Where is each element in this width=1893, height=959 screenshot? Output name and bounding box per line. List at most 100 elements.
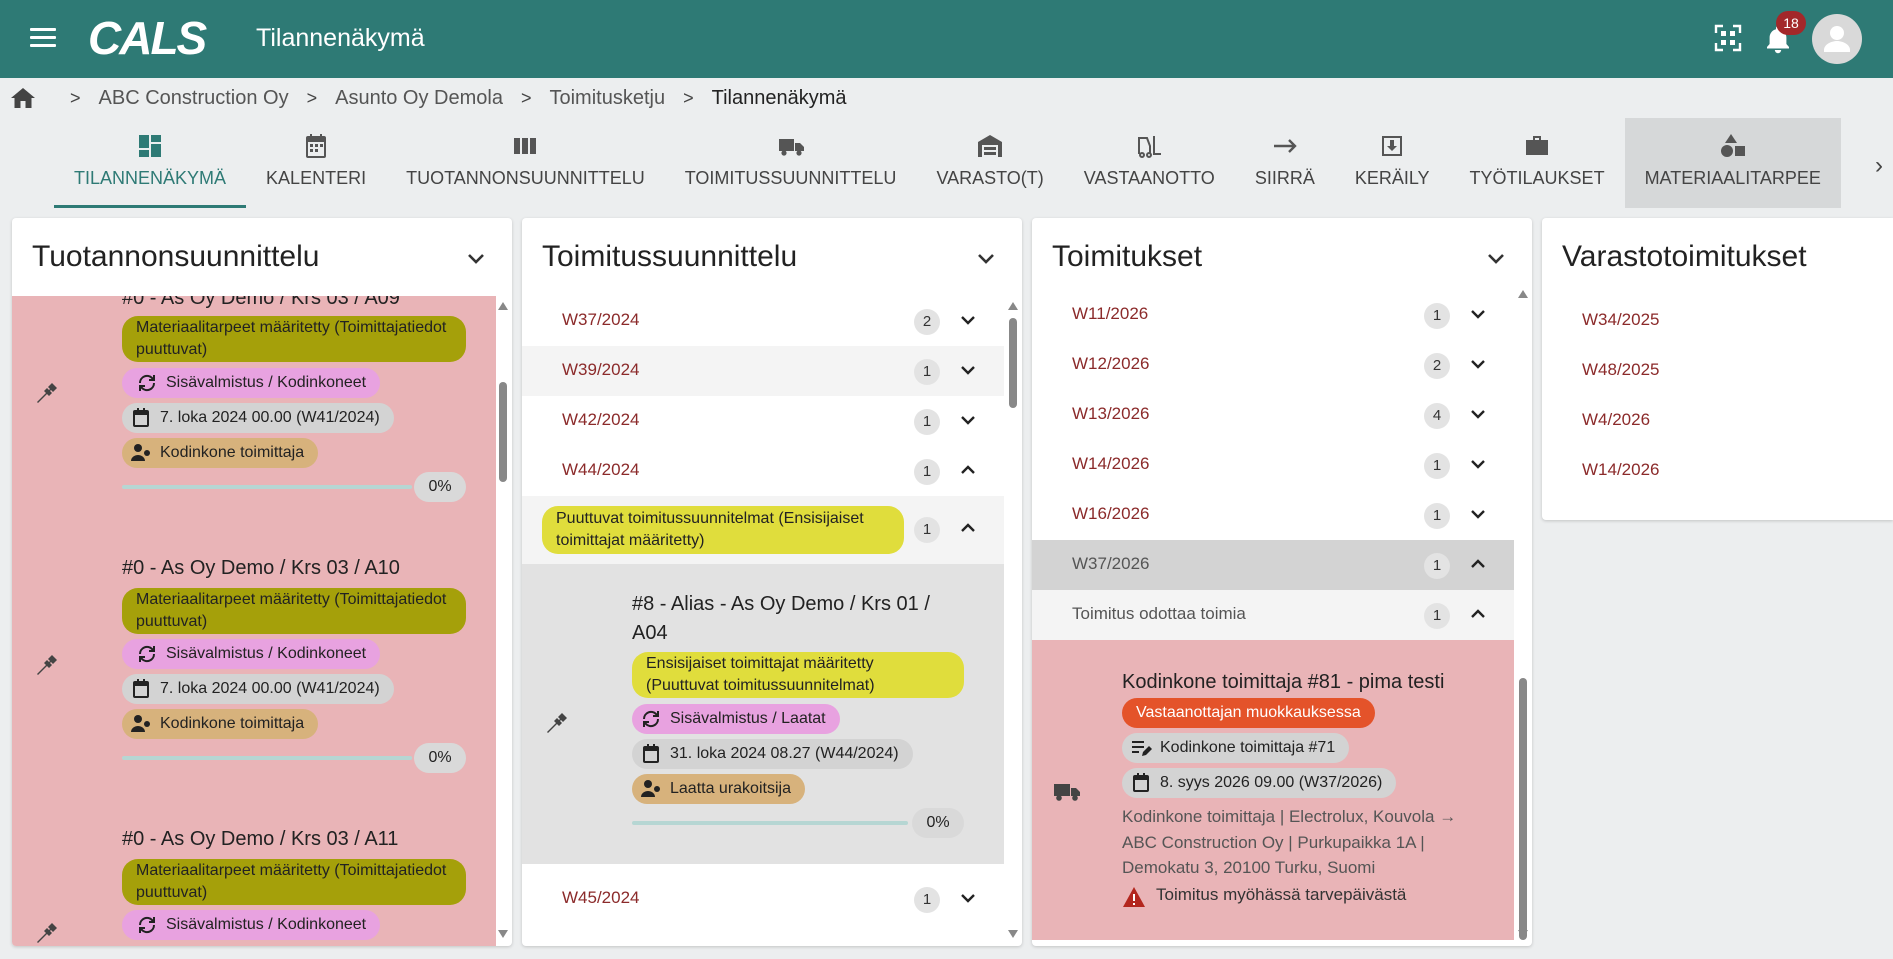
panel-title: Varastotoimitukset xyxy=(1562,240,1807,273)
progress-bar xyxy=(122,485,412,489)
week-row[interactable]: W13/2026 4 xyxy=(1032,390,1514,440)
status-chip: Materiaalitarpeet määritetty (Toimittaja… xyxy=(122,588,466,634)
tab-production-planning[interactable]: TUOTANNONSUUNNITTELU xyxy=(386,118,665,208)
scroll-down-icon[interactable] xyxy=(1518,930,1528,938)
tab-label: VASTAANOTTO xyxy=(1083,168,1215,188)
order-chip: Kodinkone toimittaja #71 xyxy=(1122,733,1350,763)
chevron-up-icon[interactable] xyxy=(960,522,976,534)
forklift-icon xyxy=(1138,136,1162,158)
scrollbar-thumb[interactable] xyxy=(1009,318,1017,408)
status-chip: Materiaalitarpeet määritetty (Toimittaja… xyxy=(122,316,466,362)
navigation-tabs: TILANNENÄKYMÄ KALENTERI TUOTANNONSUUNNIT… xyxy=(54,118,1893,208)
group-row[interactable]: Puuttuvat toimitussuunnitelmat (Ensisija… xyxy=(522,496,1004,564)
breadcrumb-project[interactable]: Asunto Oy Demola xyxy=(335,87,503,110)
supplier-group-icon xyxy=(641,780,660,797)
tab-situation-view[interactable]: TILANNENÄKYMÄ xyxy=(54,118,247,208)
tools-icon xyxy=(37,383,57,403)
week-count-badge: 1 xyxy=(1424,553,1450,579)
tab-picking[interactable]: KERÄILY xyxy=(1335,118,1450,208)
qr-code-icon[interactable] xyxy=(1714,24,1742,52)
week-row[interactable]: W12/2026 2 xyxy=(1032,340,1514,390)
chevron-down-icon[interactable] xyxy=(466,252,486,266)
card-title[interactable]: #8 - Alias - As Oy Demo / Krs 01 / A04 xyxy=(632,590,962,648)
chevron-down-icon[interactable] xyxy=(1470,508,1486,520)
calendar-icon xyxy=(133,679,149,698)
tab-work-orders[interactable]: TYÖTILAUKSET xyxy=(1450,118,1625,208)
status-chip: Vastaanottajan muokkauksessa xyxy=(1122,698,1375,728)
chevron-down-icon[interactable] xyxy=(1470,458,1486,470)
week-row[interactable]: W44/2024 1 xyxy=(522,446,1004,496)
chevron-up-icon[interactable] xyxy=(1470,608,1486,620)
week-row[interactable]: W16/2026 1 xyxy=(1032,490,1514,540)
scroll-up-icon[interactable] xyxy=(1518,290,1528,298)
tab-label: SIIRRÄ xyxy=(1254,168,1315,188)
chevron-down-icon[interactable] xyxy=(960,414,976,426)
week-row[interactable]: W34/2025 xyxy=(1542,296,1893,346)
chevron-up-icon[interactable] xyxy=(1470,558,1486,570)
week-row[interactable]: W11/2026 1 xyxy=(1032,290,1514,340)
chevron-down-icon[interactable] xyxy=(1486,252,1506,266)
home-icon[interactable] xyxy=(10,86,36,110)
scrollbar-thumb[interactable] xyxy=(1519,678,1527,940)
group-row[interactable]: Toimitus odottaa toimia 1 xyxy=(1032,590,1514,640)
week-label: W37/2024 xyxy=(562,310,640,329)
breadcrumb-company[interactable]: ABC Construction Oy xyxy=(99,87,289,110)
card-title[interactable]: #0 - As Oy Demo / Krs 03 / A10 xyxy=(122,554,400,583)
vertical-scrollbar[interactable] xyxy=(1516,288,1530,940)
chevron-down-icon[interactable] xyxy=(960,314,976,326)
scroll-up-icon[interactable] xyxy=(498,302,508,310)
scroll-down-icon[interactable] xyxy=(498,930,508,938)
tab-warehouses[interactable]: VARASTO(T) xyxy=(916,118,1063,208)
week-label: W12/2026 xyxy=(1072,354,1150,373)
week-label: W42/2024 xyxy=(562,410,640,429)
breadcrumb-separator-icon: > xyxy=(683,87,694,108)
week-row[interactable]: W4/2026 xyxy=(1542,396,1893,446)
vertical-scrollbar[interactable] xyxy=(496,300,510,940)
week-row[interactable]: W37/2024 2 xyxy=(522,296,1004,346)
tab-receiving[interactable]: VASTAANOTTO xyxy=(1064,118,1235,208)
card-title[interactable]: Kodinkone toimittaja #81 - pima testi xyxy=(1122,668,1444,697)
breadcrumb-separator-icon: > xyxy=(70,87,81,108)
tab-delivery-planning[interactable]: TOIMITUSSUUNNITTELU xyxy=(665,118,917,208)
chevron-down-icon[interactable] xyxy=(1470,308,1486,320)
vertical-scrollbar[interactable] xyxy=(1006,300,1020,940)
tab-material-requirements[interactable]: MATERIAALITARPEE xyxy=(1624,118,1841,208)
card-title[interactable]: #0 - As Oy Demo / Krs 03 / A09 xyxy=(122,296,400,313)
week-count-badge: 1 xyxy=(1424,303,1450,329)
sync-icon xyxy=(138,645,156,663)
chevron-down-icon[interactable] xyxy=(1470,358,1486,370)
week-count-badge: 4 xyxy=(1424,403,1450,429)
tab-calendar[interactable]: KALENTERI xyxy=(246,118,386,208)
card-title[interactable]: #0 - As Oy Demo / Krs 03 / A11 xyxy=(122,825,398,854)
breadcrumb: > ABC Construction Oy > Asunto Oy Demola… xyxy=(10,84,847,112)
week-row[interactable]: W37/2026 1 xyxy=(1032,540,1514,590)
scrollbar-thumb[interactable] xyxy=(499,382,507,482)
tab-label: VARASTO(T) xyxy=(936,168,1044,188)
week-row[interactable]: W45/2024 1 xyxy=(522,874,1004,924)
date-text: 7. loka 2024 00.00 (W41/2024) xyxy=(160,680,380,697)
chevron-down-icon[interactable] xyxy=(1470,408,1486,420)
breadcrumb-supply-chain[interactable]: Toimitusketju xyxy=(549,87,665,110)
user-avatar[interactable] xyxy=(1812,14,1862,64)
chevron-down-icon[interactable] xyxy=(960,364,976,376)
chevron-up-icon[interactable] xyxy=(960,464,976,476)
tab-transfer[interactable]: SIIRRÄ xyxy=(1235,118,1335,208)
week-row[interactable]: W39/2024 1 xyxy=(522,346,1004,396)
delivery-card[interactable]: Kodinkone toimittaja #81 - pima testi Va… xyxy=(1032,640,1514,940)
group-count-badge: 1 xyxy=(914,517,940,543)
week-row[interactable]: W14/2026 xyxy=(1542,446,1893,496)
chevron-down-icon[interactable] xyxy=(960,892,976,904)
warning-text: Toimitus myöhässä tarvepäivästä xyxy=(1156,885,1407,904)
delivery-plan-card[interactable]: #8 - Alias - As Oy Demo / Krs 01 / A04 E… xyxy=(522,564,1004,864)
chevron-down-icon[interactable] xyxy=(976,252,996,266)
date-chip: 7. loka 2024 00.00 (W41/2024) xyxy=(122,674,394,704)
scroll-down-icon[interactable] xyxy=(1008,930,1018,938)
scroll-up-icon[interactable] xyxy=(1008,302,1018,310)
menu-icon[interactable] xyxy=(30,28,56,48)
app-logo[interactable]: CALS xyxy=(88,14,207,62)
week-row[interactable]: W48/2025 xyxy=(1542,346,1893,396)
week-row[interactable]: W42/2024 1 xyxy=(522,396,1004,446)
week-row[interactable]: W14/2026 1 xyxy=(1032,440,1514,490)
tabs-scroll-right-icon[interactable]: › xyxy=(1875,152,1883,180)
route-line-3: Demokatu 3, 20100 Turku, Suomi xyxy=(1122,858,1376,877)
